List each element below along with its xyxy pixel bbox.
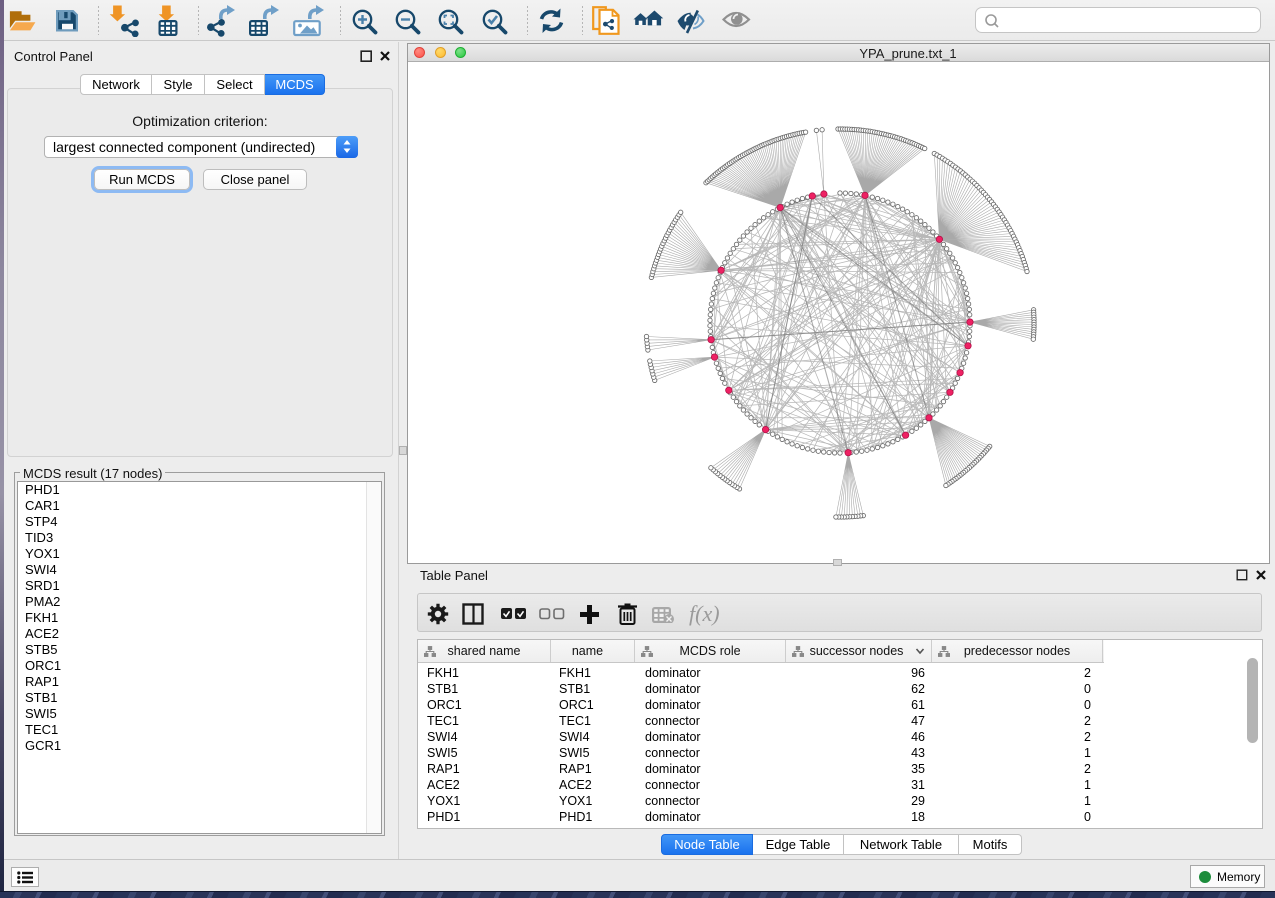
- svg-text:f(x): f(x): [689, 601, 720, 626]
